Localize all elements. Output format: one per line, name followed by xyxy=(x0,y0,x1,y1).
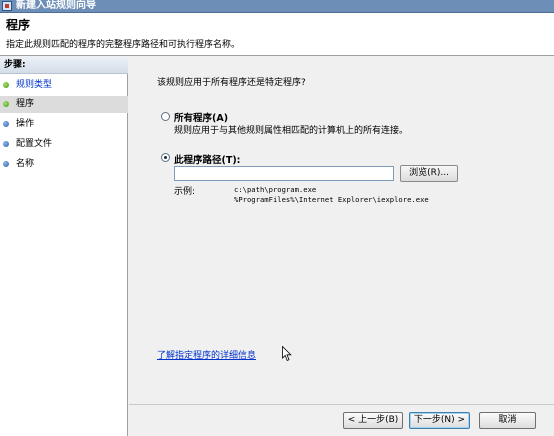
cancel-button[interactable]: 取消 xyxy=(479,412,536,429)
step-label: 操作 xyxy=(16,119,35,129)
step-pending-icon xyxy=(3,161,9,167)
all-programs-radio[interactable] xyxy=(161,112,170,121)
step-action: 操作 xyxy=(0,116,128,133)
step-label: 规则类型 xyxy=(16,80,53,90)
program-path-radio[interactable] xyxy=(161,153,170,162)
step-pending-icon xyxy=(3,121,9,127)
step-program[interactable]: 程序 xyxy=(0,96,128,113)
wizard-header: 程序 指定此规则匹配的程序的完整程序路径和可执行程序名称。 xyxy=(0,13,554,56)
example-path-2: %ProgramFiles%\Internet Explorer\iexplor… xyxy=(234,195,429,204)
step-label: 程序 xyxy=(16,99,35,109)
step-profile: 配置文件 xyxy=(0,136,128,153)
next-button[interactable]: 下一步(N) > xyxy=(409,412,470,429)
step-rule-type[interactable]: 规则类型 xyxy=(0,77,128,94)
back-button[interactable]: < 上一步(B) xyxy=(343,412,403,429)
help-link[interactable]: 了解指定程序的详细信息 xyxy=(157,348,256,361)
all-programs-description: 规则应用于与其他规则属性相匹配的计算机上的所有连接。 xyxy=(174,126,409,136)
step-complete-icon xyxy=(3,82,9,88)
step-name: 名称 xyxy=(0,156,128,173)
browse-button[interactable]: 浏览(R)... xyxy=(400,165,458,182)
program-path-input[interactable] xyxy=(174,166,394,181)
step-label: 配置文件 xyxy=(16,139,53,149)
step-pending-icon xyxy=(3,141,9,147)
title-bar: 新建入站规则向导 xyxy=(0,0,554,13)
steps-header: 步骤: xyxy=(0,57,128,74)
main-content: 该规则应用于所有程序还是特定程序? 所有程序(A) 规则应用于与其他规则属性相匹… xyxy=(129,57,554,404)
steps-sidebar: 步骤: 规则类型 程序 操作 配置文件 名称 xyxy=(0,57,128,436)
step-complete-icon xyxy=(3,101,9,107)
window-title: 新建入站规则向导 xyxy=(16,0,96,11)
wizard-footer: < 上一步(B) 下一步(N) > 取消 xyxy=(129,404,554,436)
mouse-cursor-icon xyxy=(282,346,292,362)
page-description: 指定此规则匹配的程序的完整程序路径和可执行程序名称。 xyxy=(6,40,241,50)
program-path-label[interactable]: 此程序路径(T): xyxy=(174,152,240,166)
scope-question: 该规则应用于所有程序还是特定程序? xyxy=(157,78,306,88)
example-path-1: c:\path\program.exe xyxy=(234,185,317,194)
all-programs-label[interactable]: 所有程序(A) xyxy=(174,110,228,124)
firewall-app-icon xyxy=(2,1,12,11)
page-title: 程序 xyxy=(6,18,31,32)
example-label: 示例: xyxy=(174,187,196,197)
step-label: 名称 xyxy=(16,159,35,169)
